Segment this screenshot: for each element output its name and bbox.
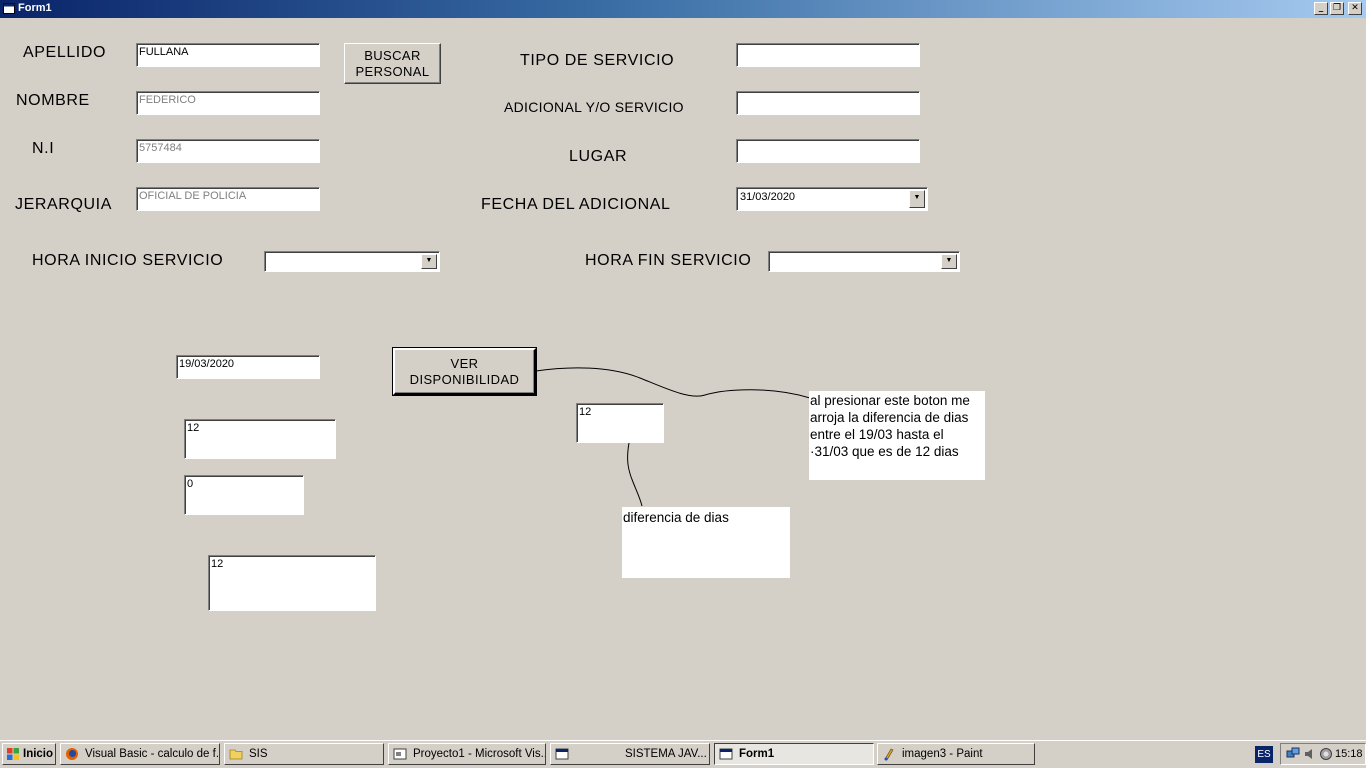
start-button[interactable]: Inicio [2, 743, 56, 765]
task-label: imagen3 - Paint [902, 748, 983, 760]
language-indicator[interactable]: ES [1255, 746, 1273, 763]
security-icon[interactable] [1319, 747, 1333, 761]
annotation-line: ·31/03 que es de 12 dias [810, 444, 959, 459]
task-sistema[interactable]: SISTEMA JAV... [550, 743, 710, 765]
task-form1[interactable]: Form1 [714, 743, 874, 765]
annotation-note-field: diferencia de dias [622, 507, 790, 578]
window-icon [555, 748, 569, 760]
form-icon [719, 748, 733, 760]
task-firefox[interactable]: Visual Basic - calculo de f... [60, 743, 220, 765]
folder-icon [229, 749, 243, 760]
start-label: Inicio [23, 748, 54, 760]
taskbar: Inicio Visual Basic - calculo de f... SI… [0, 740, 1366, 768]
annotation-lines [535, 367, 811, 507]
firefox-icon [66, 748, 78, 760]
annotation-line: arroja la diferencia de dias [810, 410, 969, 425]
system-tray: 15:18 [1280, 743, 1366, 765]
task-label: SISTEMA JAV... [625, 748, 707, 760]
volume-icon[interactable] [1303, 747, 1317, 761]
vb-icon [393, 748, 407, 760]
paint-icon [884, 748, 894, 761]
task-proyecto1[interactable]: Proyecto1 - Microsoft Vis... [388, 743, 546, 765]
network-icon[interactable] [1286, 747, 1300, 761]
task-sis[interactable]: SIS [224, 743, 384, 765]
annotation-note-button: al presionar este boton me arroja la dif… [809, 391, 985, 480]
task-label: Proyecto1 - Microsoft Vis... [413, 748, 546, 760]
clock: 15:18 [1335, 748, 1363, 760]
task-label: SIS [249, 748, 268, 760]
task-label: Visual Basic - calculo de f... [85, 748, 220, 760]
task-label: Form1 [739, 748, 775, 760]
windows-logo-icon [7, 748, 19, 760]
task-paint[interactable]: imagen3 - Paint [877, 743, 1035, 765]
annotation-line: al presionar este boton me [810, 393, 970, 408]
annotation-line: entre el 19/03 hasta el [810, 427, 944, 442]
